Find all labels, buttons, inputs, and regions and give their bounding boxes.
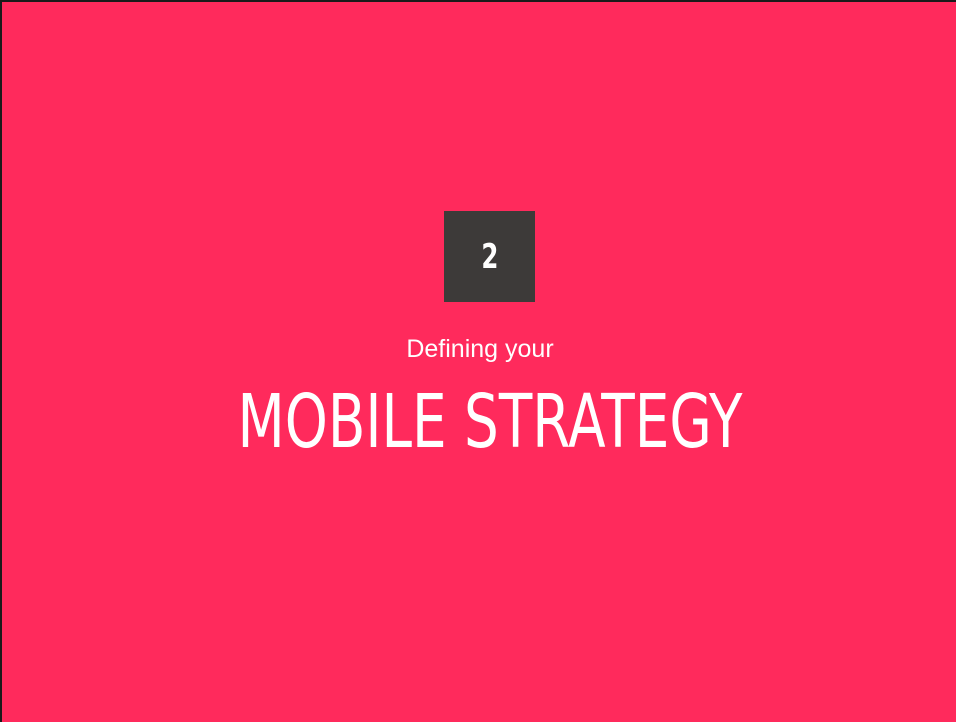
- slide-subtitle: Defining your: [406, 335, 554, 363]
- slide-title: MOBILE STRATEGY: [237, 379, 743, 465]
- section-number: 2: [480, 236, 499, 277]
- section-number-badge: 2: [444, 211, 535, 302]
- slide: 2 Defining your MOBILE STRATEGY: [0, 0, 956, 722]
